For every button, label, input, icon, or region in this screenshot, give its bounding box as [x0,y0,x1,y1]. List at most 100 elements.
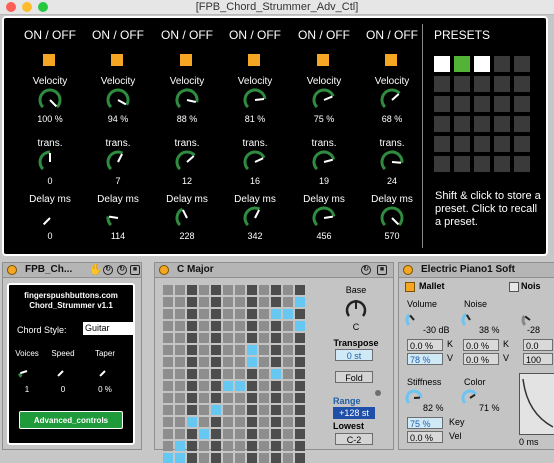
note-cell[interactable] [247,369,257,379]
note-cell[interactable] [211,429,221,439]
note-cell[interactable] [295,309,305,319]
note-cell[interactable] [187,321,197,331]
note-cell[interactable] [223,357,233,367]
base-knob[interactable] [343,296,369,322]
onoff-toggle[interactable] [180,54,192,66]
note-cell[interactable] [163,345,173,355]
onoff-toggle[interactable] [111,54,123,66]
note-cell[interactable] [199,297,209,307]
note-cell[interactable] [259,429,269,439]
note-cell[interactable] [187,405,197,415]
preset-slot[interactable] [514,136,530,152]
note-cell[interactable] [271,369,281,379]
note-cell[interactable] [175,333,185,343]
note-cell[interactable] [235,333,245,343]
note-cell[interactable] [199,333,209,343]
note-cell[interactable] [247,405,257,415]
note-cell[interactable] [163,393,173,403]
note-cell[interactable] [175,309,185,319]
note-cell[interactable] [271,285,281,295]
range-field[interactable]: +128 st [333,407,375,419]
note-cell[interactable] [247,345,257,355]
stiffness-knob[interactable] [405,389,423,407]
note-cell[interactable] [259,285,269,295]
note-cell[interactable] [163,309,173,319]
note-cell[interactable] [223,405,233,415]
onoff-toggle[interactable] [248,54,260,66]
trans-knob[interactable] [38,150,62,174]
note-cell[interactable] [223,453,233,463]
preset-slot[interactable] [494,76,510,92]
note-cell[interactable] [247,453,257,463]
note-cell[interactable] [175,393,185,403]
preset-slot[interactable] [434,116,450,132]
device-power-button[interactable] [7,265,17,275]
note-cell[interactable] [247,357,257,367]
note-cell[interactable] [259,321,269,331]
trans-knob[interactable] [380,150,404,174]
delay-knob[interactable] [312,206,336,230]
note-cell[interactable] [223,333,233,343]
mallet-toggle[interactable] [405,282,415,292]
note-cell[interactable] [223,417,233,427]
note-cell[interactable] [211,417,221,427]
note-cell[interactable] [199,321,209,331]
note-cell[interactable] [283,285,293,295]
note-cell[interactable] [259,345,269,355]
lowest-field[interactable]: C-2 [335,433,373,445]
note-cell[interactable] [211,357,221,367]
note-cell[interactable] [283,417,293,427]
note-cell[interactable] [211,333,221,343]
note-cell[interactable] [175,453,185,463]
note-cell[interactable] [283,357,293,367]
note-cell[interactable] [175,357,185,367]
preset-slot[interactable] [474,76,490,92]
note-cell[interactable] [283,321,293,331]
note-cell[interactable] [175,285,185,295]
note-cell[interactable] [295,417,305,427]
note-cell[interactable] [271,345,281,355]
note-cell[interactable] [187,453,197,463]
delay-knob[interactable] [380,206,404,230]
note-cell[interactable] [259,369,269,379]
preset-slot[interactable] [514,156,530,172]
note-cell[interactable] [187,333,197,343]
voices-knob[interactable] [17,361,37,381]
note-cell[interactable] [211,381,221,391]
note-cell[interactable] [163,333,173,343]
note-cell[interactable] [259,309,269,319]
velocity-knob[interactable] [38,88,62,112]
note-cell[interactable] [259,381,269,391]
note-cell[interactable] [271,429,281,439]
trans-knob[interactable] [312,150,336,174]
note-cell[interactable] [247,333,257,343]
note-cell[interactable] [199,357,209,367]
vel-field[interactable]: 0.0 % [407,431,443,443]
note-cell[interactable] [187,369,197,379]
note-cell[interactable] [175,417,185,427]
hand-icon[interactable]: ✋ [89,263,103,276]
preset-slot[interactable] [434,76,450,92]
preset-slot[interactable] [454,156,470,172]
note-cell[interactable] [187,345,197,355]
transpose-field[interactable]: 0 st [335,349,373,361]
onoff-toggle[interactable] [317,54,329,66]
fold-button[interactable]: Fold [335,371,373,383]
note-cell[interactable] [271,309,281,319]
note-cell[interactable] [223,321,233,331]
device-power-button[interactable] [159,265,169,275]
preset-slot[interactable] [454,76,470,92]
note-cell[interactable] [187,393,197,403]
note-cell[interactable] [295,369,305,379]
refresh-icon[interactable]: ↻ [103,265,113,275]
preset-slot[interactable] [474,96,490,112]
note-cell[interactable] [163,297,173,307]
trans-knob[interactable] [243,150,267,174]
note-cell[interactable] [223,345,233,355]
note-cell[interactable] [283,453,293,463]
note-cell[interactable] [199,429,209,439]
note-cell[interactable] [283,405,293,415]
note-cell[interactable] [163,357,173,367]
note-cell[interactable] [271,321,281,331]
note-cell[interactable] [271,297,281,307]
